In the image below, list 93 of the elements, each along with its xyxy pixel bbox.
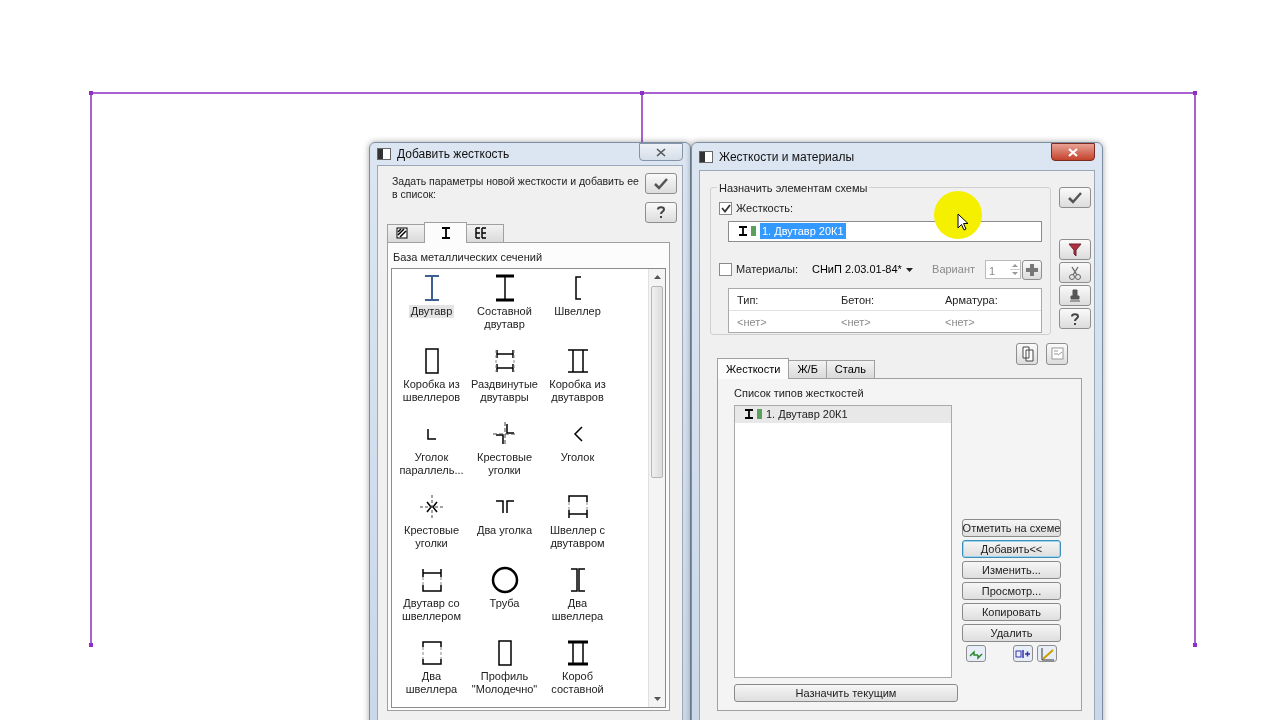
section-item[interactable]: Крестовые уголки [468,451,541,477]
apply-button[interactable] [645,172,677,194]
tab[interactable]: Ж/Б [788,360,827,378]
scroll-down-icon [653,697,661,701]
tab[interactable]: Сталь [825,360,875,378]
help-button[interactable] [645,201,677,223]
window-title: Жесткости и материалы [719,148,855,166]
window-icon [377,147,391,160]
cursor-icon [957,213,969,231]
action-button[interactable]: Удалить [962,624,1061,642]
cut-button[interactable] [1059,262,1091,283]
action-button[interactable]: Отметить на схеме [962,519,1061,537]
ibeam-icon [743,409,753,419]
scroll-up-icon [653,275,661,279]
close-button[interactable] [639,143,683,161]
node-marker [89,91,93,95]
section-item[interactable]: Коробка из швеллеров [395,378,468,404]
section-tab[interactable] [424,221,467,243]
spinner-arrows-icon [1010,261,1020,278]
stamp-icon [1067,287,1083,304]
caret-icon [905,267,913,272]
close-button[interactable] [1051,143,1095,161]
scroll-thumb[interactable] [651,286,663,478]
assign-button[interactable]: Назначить текущим [734,684,958,702]
section-tab[interactable] [387,223,425,242]
node-marker [1193,91,1197,95]
section-item[interactable]: Двутавр со швеллером [395,597,468,623]
section-item[interactable]: Швеллер с двутавром [541,524,614,550]
close-icon [1066,146,1080,158]
list-label: Список типов жесткостей [734,386,865,401]
section-item[interactable]: Два швеллера [395,670,468,696]
column-header: Арматура: [944,292,999,308]
double-profile-icon [475,227,487,239]
description-text: Задать параметры новой жесткости и добавить ее в список: [391,173,640,202]
section-item[interactable]: Труба [487,597,522,610]
table-cell-text: <нет> [736,314,768,330]
section-icon[interactable] [489,565,520,595]
checkbox[interactable] [719,201,732,215]
stamp-button[interactable] [1059,285,1091,306]
axis-button[interactable] [1037,645,1057,662]
node-marker [89,643,93,647]
section-item[interactable]: Профиль "Молодечно" [468,670,541,696]
column-header: Бетон: [840,292,876,308]
section-item[interactable]: Коробка из двутавров [541,378,614,404]
ibeam-icon [439,226,452,239]
checkbox-label[interactable]: Материалы: [736,261,798,278]
norm-dropdown[interactable]: СНиП 2.03.01-84* [811,261,913,278]
export-button[interactable] [1046,343,1068,365]
section-item[interactable]: Два швеллера [541,597,614,623]
checkmark-icon [720,203,731,213]
section-item[interactable]: Составной двутавр [468,305,541,331]
plus-icon [1025,262,1039,277]
ibeam-icon [737,226,747,236]
section-item[interactable]: Уголок [558,451,597,464]
section-item[interactable]: Уголок параллель... [395,451,468,477]
export-icon [1049,346,1065,362]
help-button[interactable] [1059,308,1091,329]
apply-button[interactable] [1059,187,1091,208]
action-button[interactable]: Изменить... [962,561,1061,579]
action-button[interactable]: Копировать [962,603,1061,621]
action-button[interactable]: Просмотр... [962,582,1061,600]
table-cell-text: <нет> [944,314,976,330]
action-button[interactable]: Добавить<< [962,540,1061,558]
list-item[interactable]: 1. Двутавр 20К1 [735,405,951,423]
group-label: База металлических сечений [392,249,544,265]
copy-icon [1019,346,1035,362]
variant-label: Вариант [932,262,975,278]
filter-icon [1067,241,1083,258]
axis-icon [1039,646,1055,661]
close-icon [654,146,668,158]
node-marker [640,91,644,95]
add-material-button[interactable] [1022,259,1042,280]
section-item[interactable]: Короб составной [541,670,614,696]
section-item[interactable]: Два уголка [474,524,535,537]
copy-button[interactable] [1016,343,1038,365]
field-value: 1. Двутавр 20К1 [760,222,846,240]
scissors-icon [1067,264,1083,281]
checkbox[interactable] [719,263,732,276]
section-item[interactable]: Швеллер [552,305,603,318]
column-header: Тип: [736,292,760,308]
tab[interactable]: Жесткости [717,358,790,379]
node-marker [1193,643,1197,647]
window-icon [699,150,713,163]
section-item[interactable]: Раздвинутые двутавры [468,378,541,404]
checkbox-label[interactable]: Жесткость: [736,200,794,217]
section-item[interactable]: Двутавр [408,305,455,318]
window-title: Добавить жесткость [397,145,510,163]
section-tab[interactable] [466,223,504,242]
section-item[interactable]: Крестовые уголки [395,524,468,550]
filter-button[interactable] [1059,239,1091,260]
table-cell-text: <нет> [840,314,872,330]
hatched-square-icon [396,227,408,239]
scrollbar[interactable] [648,269,665,707]
